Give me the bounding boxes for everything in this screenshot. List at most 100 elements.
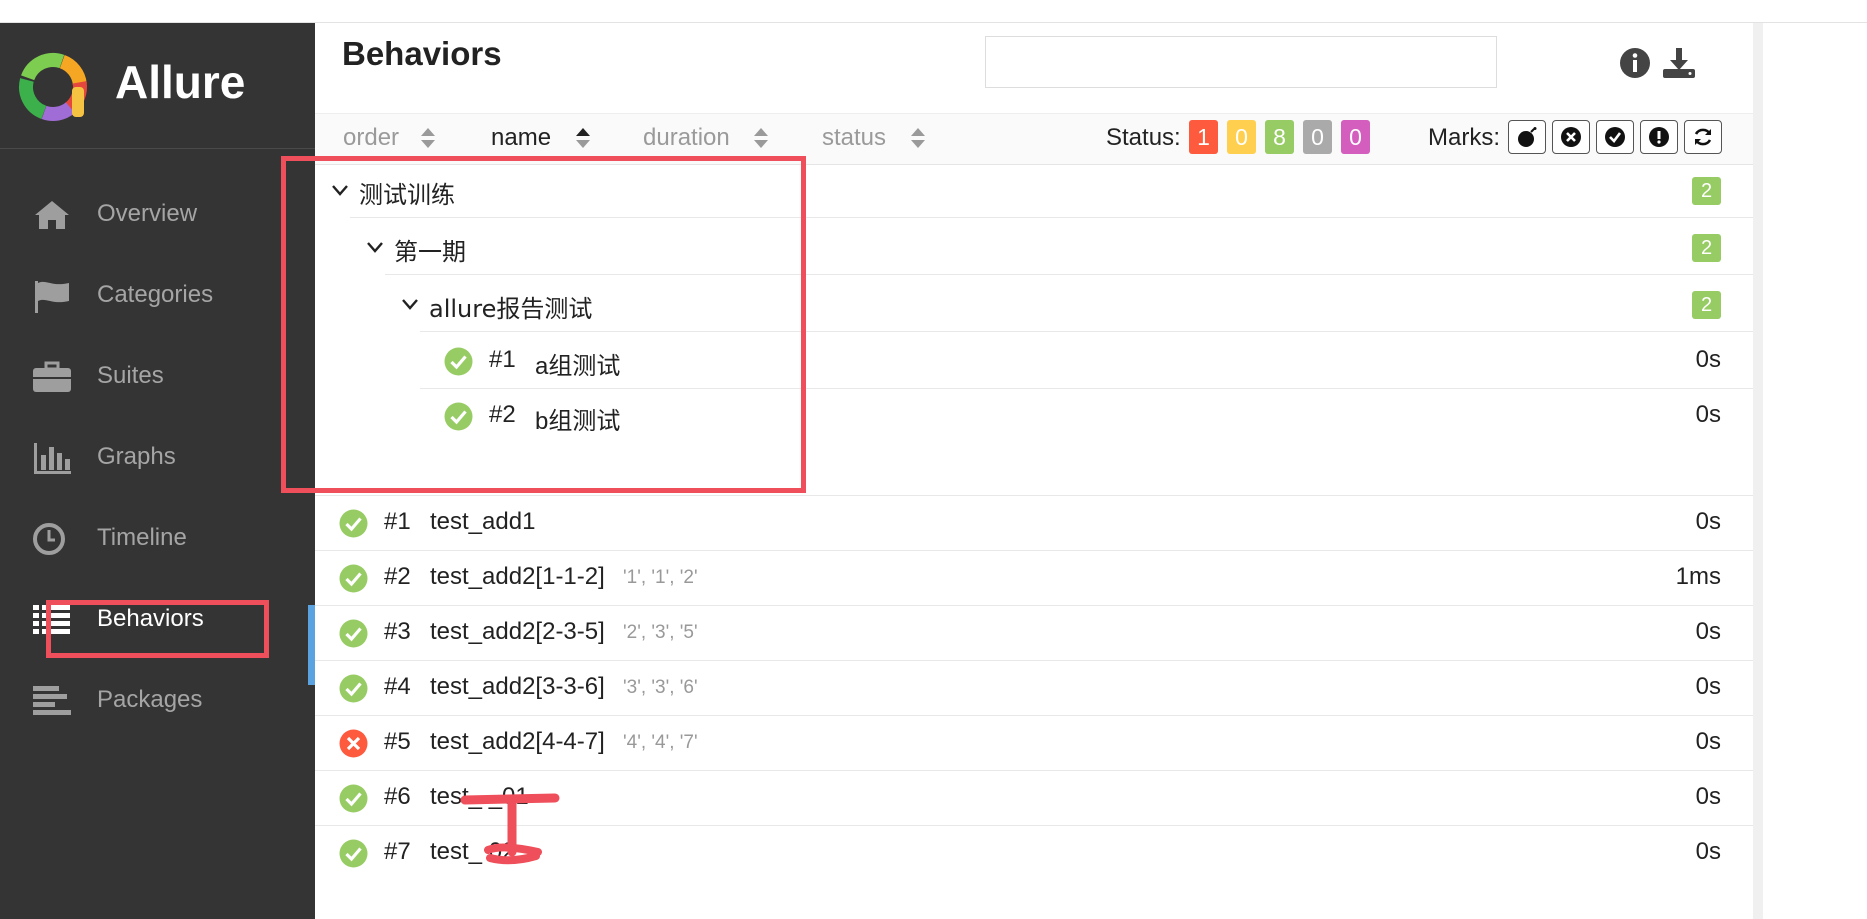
- group-name: 第一期: [394, 238, 466, 266]
- test-name: b组测试: [535, 408, 621, 435]
- test-name: test_add2[1-1-2]: [430, 563, 605, 590]
- test-row[interactable]: #7 test_ 02 0s: [315, 826, 1753, 881]
- main-pane: Behaviors order name duration status Sta…: [315, 23, 1753, 919]
- test-row[interactable]: #2 test_add2[1-1-2] '1', '1', '2' 1ms: [315, 551, 1753, 606]
- chevron-down-icon[interactable]: [365, 237, 385, 257]
- status-skipped-count[interactable]: 0: [1303, 120, 1332, 154]
- test-name: test_add2[2-3-5]: [430, 618, 605, 645]
- search-input[interactable]: [985, 36, 1497, 88]
- briefcase-icon: [33, 361, 71, 392]
- mark-flaky-button[interactable]: [1508, 120, 1546, 154]
- bomb-icon: [1518, 127, 1537, 147]
- passed-status-icon: [339, 619, 368, 648]
- brand[interactable]: Allure: [0, 23, 315, 149]
- download-icon[interactable]: [1661, 45, 1697, 81]
- test-duration: 0s: [1695, 838, 1721, 865]
- test-number: #2: [489, 401, 516, 428]
- chevron-down-icon[interactable]: [400, 294, 420, 314]
- mark-retries-button[interactable]: [1684, 120, 1722, 154]
- tree-group-row[interactable]: 第一期 2: [315, 220, 1753, 275]
- sidebar-item-label: Packages: [97, 686, 203, 713]
- failed-status-icon: [339, 729, 368, 758]
- group-count-badge: 2: [1692, 177, 1721, 205]
- tree-test-row[interactable]: #2 b组测试 0s: [315, 389, 1753, 444]
- sidebar-item-label: Behaviors: [97, 605, 204, 632]
- tree-group-row[interactable]: 测试训练 2: [315, 163, 1753, 218]
- exclamation-circle-icon: [1649, 127, 1669, 147]
- test-number: #3: [384, 618, 411, 645]
- info-icon[interactable]: [1617, 45, 1653, 81]
- test-duration: 0s: [1695, 783, 1721, 810]
- sort-arrows-icon[interactable]: [420, 126, 436, 150]
- test-row[interactable]: #5 test_add2[4-4-7] '4', '4', '7' 0s: [315, 716, 1753, 771]
- sidebar-item-categories[interactable]: Categories: [0, 264, 315, 326]
- status-failed-count[interactable]: 1: [1189, 120, 1218, 154]
- sidebar-item-behaviors[interactable]: Behaviors: [0, 588, 315, 650]
- browser-top-strip: [0, 0, 1867, 23]
- mark-new-broken-button[interactable]: [1640, 120, 1678, 154]
- status-passed-count[interactable]: 8: [1265, 120, 1294, 154]
- sidebar-item-graphs[interactable]: Graphs: [0, 426, 315, 488]
- status-unknown-count[interactable]: 0: [1341, 120, 1370, 154]
- test-duration: 0s: [1695, 618, 1721, 645]
- times-circle-icon: [1561, 127, 1581, 147]
- test-duration: 0s: [1695, 401, 1721, 428]
- test-number: #7: [384, 838, 411, 865]
- status-broken-count[interactable]: 0: [1227, 120, 1256, 154]
- sidebar-item-label: Overview: [97, 200, 198, 227]
- tree-test-row[interactable]: #1 a组测试 0s: [315, 334, 1753, 389]
- passed-status-icon: [339, 564, 368, 593]
- sort-name[interactable]: name: [491, 124, 551, 152]
- test-params: '4', '4', '7': [623, 732, 698, 753]
- sort-order[interactable]: order: [343, 124, 399, 152]
- test-name: a组测试: [535, 353, 621, 380]
- group-name: 测试训练: [359, 181, 455, 209]
- test-name: test_add2[4-4-7]: [430, 728, 605, 755]
- test-params: '3', '3', '6': [623, 677, 698, 698]
- refresh-icon: [1694, 128, 1712, 146]
- sidebar-item-suites[interactable]: Suites: [0, 345, 315, 407]
- test-row[interactable]: #4 test_add2[3-3-6] '3', '3', '6' 0s: [315, 661, 1753, 716]
- mark-new-passed-button[interactable]: [1596, 120, 1634, 154]
- status-filter-label: Status:: [1106, 124, 1181, 151]
- test-duration: 0s: [1695, 673, 1721, 700]
- test-duration: 1ms: [1675, 563, 1721, 590]
- test-number: #5: [384, 728, 411, 755]
- clock-icon: [33, 523, 65, 555]
- test-duration: 0s: [1695, 728, 1721, 755]
- sort-arrows-icon[interactable]: [910, 126, 926, 150]
- test-name: test_ 02: [430, 838, 516, 865]
- check-circle-icon: [1605, 127, 1625, 147]
- sort-arrows-icon[interactable]: [575, 126, 591, 150]
- chevron-down-icon[interactable]: [330, 180, 350, 200]
- sort-status[interactable]: status: [822, 124, 886, 152]
- test-duration: 0s: [1695, 346, 1721, 373]
- sidebar: Allure Overview Categories Suites Graphs…: [0, 23, 315, 919]
- test-row[interactable]: #1 test_add1 0s: [315, 496, 1753, 551]
- test-number: #6: [384, 783, 411, 810]
- allure-logo-icon: [18, 53, 87, 121]
- passed-status-icon: [444, 347, 473, 376]
- test-row[interactable]: #3 test_add2[2-3-5] '2', '3', '5' 0s: [315, 606, 1753, 661]
- test-number: #1: [489, 346, 516, 373]
- tree-group-row[interactable]: allure报告测试 2: [315, 277, 1753, 332]
- test-row[interactable]: #6 test_ _01 0s: [315, 771, 1753, 826]
- scrollbar-track[interactable]: [1753, 23, 1763, 919]
- bar-chart-icon: [34, 443, 71, 474]
- sidebar-item-timeline[interactable]: Timeline: [0, 507, 315, 569]
- passed-status-icon: [339, 674, 368, 703]
- test-number: #2: [384, 563, 411, 590]
- page-title: Behaviors: [342, 35, 502, 72]
- align-left-icon: [33, 686, 71, 715]
- brand-name: Allure: [115, 56, 246, 108]
- sort-arrows-icon[interactable]: [753, 126, 769, 150]
- row-divider: [350, 217, 1753, 218]
- sort-duration[interactable]: duration: [643, 124, 730, 152]
- sidebar-item-packages[interactable]: Packages: [0, 669, 315, 731]
- test-duration: 0s: [1695, 508, 1721, 535]
- sidebar-item-overview[interactable]: Overview: [0, 183, 315, 245]
- marks-filter-label: Marks:: [1428, 124, 1500, 151]
- mark-new-failed-button[interactable]: [1552, 120, 1590, 154]
- passed-status-icon: [444, 402, 473, 431]
- sidebar-item-label: Graphs: [97, 443, 176, 470]
